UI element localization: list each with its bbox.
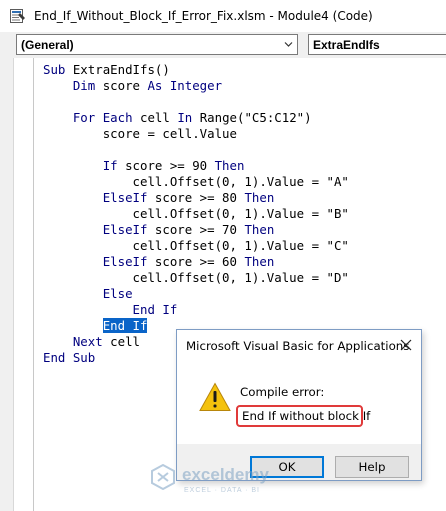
code-keyword: Dim [72,78,96,93]
code-token: Range("C5:C12") [192,110,312,125]
code-line[interactable] [43,94,349,110]
code-token: score >= 90 [117,158,215,173]
watermark-tagline: EXCEL · DATA · BI [184,487,260,494]
dialog-title: Microsoft Visual Basic for Applications [186,339,410,353]
exceldemy-watermark: exceldemy EXCEL · DATA · BI [150,461,310,501]
code-keyword: Else [102,286,133,301]
code-line[interactable]: ElseIf score >= 80 Then [43,190,349,206]
code-token: cell.Offset(0, 1).Value = "D" [132,270,349,285]
code-keyword: ElseIf [102,222,148,237]
code-line[interactable]: Dim score As Integer [43,78,349,94]
code-line[interactable]: Else [43,286,349,302]
object-dropdown[interactable]: (General) [16,34,298,55]
help-button[interactable]: Help [335,456,409,478]
error-heading: Compile error: [240,385,325,399]
code-keyword: End Sub [43,350,96,365]
code-token: cell.Offset(0, 1).Value = "C" [132,238,349,253]
code-keyword: Next [72,334,103,349]
code-line[interactable]: ElseIf score >= 60 Then [43,254,349,270]
error-message: End If without block If [242,409,371,423]
watermark-name: exceldemy [182,465,269,484]
code-token: score [95,78,148,93]
code-line[interactable]: ElseIf score >= 70 Then [43,222,349,238]
code-keyword: In [177,110,193,125]
code-text[interactable]: Sub ExtraEndIfs() Dim score As Integer F… [43,62,349,366]
procedure-dropdown-value: ExtraEndIfs [313,38,380,52]
code-keyword: End If [132,302,178,317]
combo-toolbar: (General) ExtraEndIfs [0,32,446,58]
window-title: End_If_Without_Block_If_Error_Fix.xlsm -… [34,9,373,23]
exceldemy-logo-icon [151,464,175,490]
code-line[interactable]: score = cell.Value [43,126,349,142]
close-icon[interactable] [400,339,412,351]
chevron-down-icon[interactable] [284,40,293,49]
code-keyword: Integer [169,78,223,93]
code-line[interactable]: cell.Offset(0, 1).Value = "B" [43,206,349,222]
vba-module-icon [10,9,25,23]
code-token: cell.Offset(0, 1).Value = "A" [132,174,349,189]
margin-indicator-bar[interactable] [14,58,34,511]
code-keyword: Then [244,190,275,205]
code-token: cell [102,334,140,349]
code-token: ExtraEndIfs() [65,62,170,77]
selected-code-text: End If [102,318,148,333]
code-line[interactable]: cell.Offset(0, 1).Value = "A" [43,174,349,190]
code-keyword: Each [102,110,133,125]
code-token: score >= 80 [147,190,245,205]
code-line[interactable]: If score >= 90 Then [43,158,349,174]
code-keyword: ElseIf [102,190,148,205]
title-bar: End_If_Without_Block_If_Error_Fix.xlsm -… [0,0,446,32]
error-message-highlight: End If without block If [236,405,370,427]
warning-icon [199,382,231,411]
code-token: score >= 70 [147,222,245,237]
code-token: score >= 60 [147,254,245,269]
code-keyword: If [102,158,118,173]
code-token: cell.Offset(0, 1).Value = "B" [132,206,349,221]
code-keyword: ElseIf [102,254,148,269]
code-keyword: Then [214,158,245,173]
code-keyword: Then [244,254,275,269]
code-line[interactable]: cell.Offset(0, 1).Value = "D" [43,270,349,286]
code-keyword: Sub [43,62,66,77]
code-keyword: For [72,110,96,125]
object-dropdown-value: (General) [21,38,74,52]
compile-error-dialog: Microsoft Visual Basic for Applications … [176,329,422,481]
editor-gutter [0,58,14,511]
code-line[interactable]: For Each cell In Range("C5:C12") [43,110,349,126]
procedure-dropdown[interactable]: ExtraEndIfs [308,34,446,55]
code-line[interactable]: cell.Offset(0, 1).Value = "C" [43,238,349,254]
code-line[interactable]: Sub ExtraEndIfs() [43,62,349,78]
code-keyword: Then [244,222,275,237]
code-line[interactable]: End If [43,302,349,318]
code-line[interactable] [43,142,349,158]
code-keyword: As [147,78,163,93]
code-token: score = cell.Value [102,126,237,141]
code-token: cell [132,110,178,125]
